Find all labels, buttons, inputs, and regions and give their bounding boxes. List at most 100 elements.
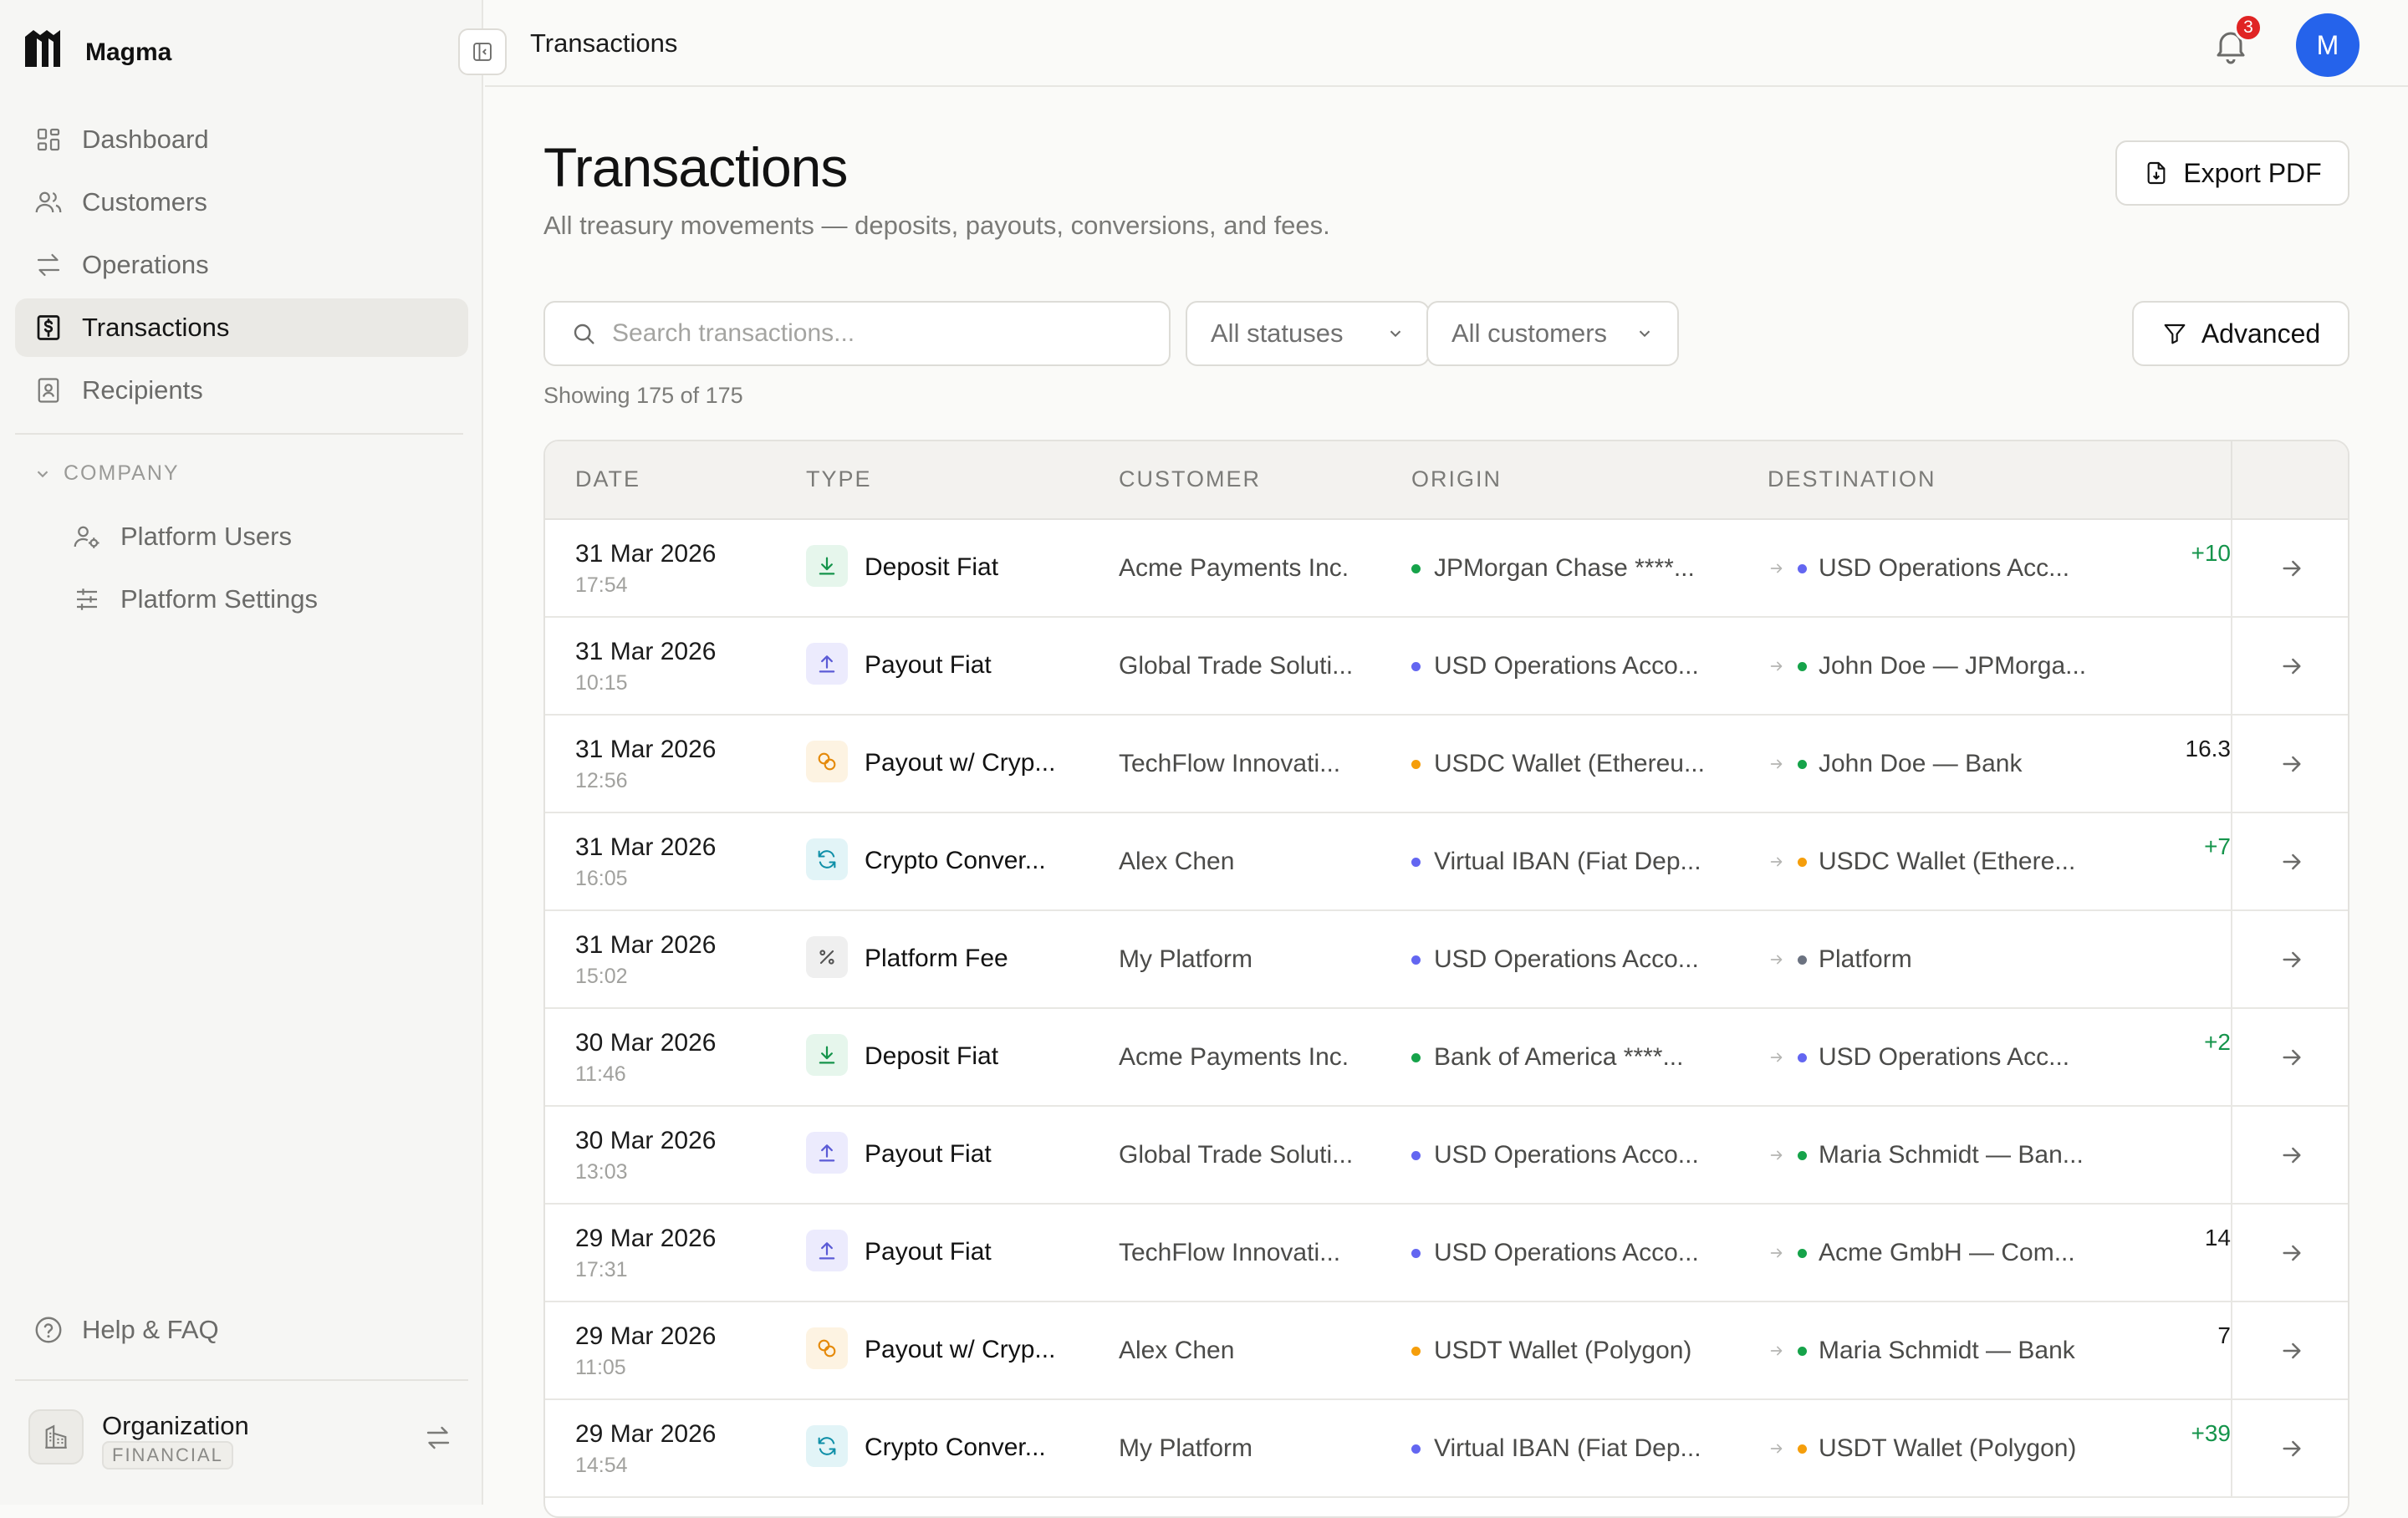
switch-arrows-icon[interactable] bbox=[423, 1423, 453, 1453]
table-row[interactable]: 31 Mar 2026 15:02 Platform Fee My Platform U… bbox=[545, 911, 2348, 1009]
organization-switcher[interactable]: Organization FINANCIAL bbox=[15, 1379, 468, 1495]
brand[interactable]: Magma bbox=[23, 27, 171, 69]
table-row[interactable]: 31 Mar 2026 12:56 Payout w/ Cryp... TechFlo… bbox=[545, 716, 2348, 813]
sidebar-item-dashboard[interactable]: Dashboard bbox=[15, 110, 468, 169]
row-open-button[interactable] bbox=[2231, 1302, 2348, 1398]
status-dot bbox=[1798, 1248, 1807, 1258]
coins-icon bbox=[806, 741, 848, 782]
row-time: 11:46 bbox=[575, 1062, 626, 1086]
arrow-right-icon bbox=[1768, 755, 1786, 773]
column-header-destination[interactable]: DESTINATION bbox=[1768, 466, 1936, 492]
row-destination: Platform bbox=[1768, 945, 1912, 974]
row-origin-label: Virtual IBAN (Fiat Dep... bbox=[1434, 1434, 1701, 1462]
row-time: 14:54 bbox=[575, 1454, 628, 1477]
row-time: 11:05 bbox=[575, 1356, 626, 1379]
status-dot bbox=[1411, 955, 1421, 965]
collapse-sidebar-button[interactable] bbox=[458, 28, 507, 75]
sidebar-item-label: Platform Users bbox=[120, 522, 292, 551]
row-amount-cell: 14 bbox=[2000, 1205, 2231, 1301]
row-origin: Bank of America ****... bbox=[1411, 1043, 1683, 1072]
row-open-button[interactable] bbox=[2231, 520, 2348, 616]
page-subtitle: All treasury movements — deposits, payou… bbox=[543, 211, 1330, 240]
sidebar-item-recipients[interactable]: Recipients bbox=[15, 361, 468, 420]
status-dot bbox=[1411, 759, 1421, 769]
row-type: Payout w/ Cryp... bbox=[865, 749, 1056, 777]
main-nav: Dashboard Customers Operations Transactions… bbox=[15, 110, 468, 424]
row-open-button[interactable] bbox=[2231, 1107, 2348, 1203]
status-dot bbox=[1411, 661, 1421, 671]
column-header-origin[interactable]: ORIGIN bbox=[1411, 466, 1502, 492]
export-pdf-label: Export PDF bbox=[2183, 157, 2322, 188]
customer-filter-select[interactable]: All customers bbox=[1426, 301, 1679, 366]
company-section-toggle[interactable]: COMPANY bbox=[33, 461, 180, 486]
row-origin-label: USD Operations Acco... bbox=[1434, 945, 1699, 973]
row-origin: USD Operations Acco... bbox=[1411, 1141, 1699, 1169]
help-faq-label: Help & FAQ bbox=[82, 1315, 219, 1344]
sidebar-item-customers[interactable]: Customers bbox=[15, 173, 468, 232]
arrow-right-icon bbox=[2283, 951, 2301, 967]
table-row[interactable]: 31 Mar 2026 17:54 Deposit Fiat Acme Payment… bbox=[545, 520, 2348, 618]
status-dot bbox=[1411, 1346, 1421, 1356]
row-customer: Global Trade Soluti... bbox=[1119, 1141, 1354, 1169]
table-row[interactable]: 29 Mar 2026 11:05 Payout w/ Cryp... Alex Ch… bbox=[545, 1302, 2348, 1400]
chevron-down-icon bbox=[1639, 330, 1650, 338]
row-origin-label: USD Operations Acco... bbox=[1434, 652, 1699, 680]
row-date: 31 Mar 2026 bbox=[575, 540, 717, 568]
arrow-right-icon bbox=[2283, 1440, 2301, 1456]
row-origin-label: JPMorgan Chase ****... bbox=[1434, 554, 1695, 582]
table-row[interactable]: 29 Mar 2026 17:31 Payout Fiat TechFlow Inno… bbox=[545, 1205, 2348, 1302]
row-open-button[interactable] bbox=[2231, 911, 2348, 1007]
column-header-customer[interactable]: CUSTOMER bbox=[1119, 466, 1261, 492]
table-row[interactable]: 30 Mar 2026 11:46 Deposit Fiat Acme Payment… bbox=[545, 1009, 2348, 1107]
status-dot bbox=[1411, 1248, 1421, 1258]
row-origin: USD Operations Acco... bbox=[1411, 1239, 1699, 1267]
company-nav: Platform Users Platform Settings bbox=[15, 507, 468, 633]
row-open-button[interactable] bbox=[2231, 813, 2348, 909]
help-faq-link[interactable]: Help & FAQ bbox=[15, 1301, 468, 1359]
users-icon bbox=[33, 187, 64, 217]
search-input[interactable] bbox=[612, 319, 1156, 348]
sidebar-item-transactions[interactable]: Transactions bbox=[15, 298, 468, 357]
search-box[interactable] bbox=[543, 301, 1171, 366]
table-row[interactable]: 31 Mar 2026 16:05 Crypto Conver... Alex Che… bbox=[545, 813, 2348, 911]
row-date: 29 Mar 2026 bbox=[575, 1420, 717, 1448]
topbar: Transactions 3 M bbox=[485, 0, 2408, 87]
sidebar-item-platform-users[interactable]: Platform Users bbox=[15, 507, 468, 566]
user-avatar[interactable]: M bbox=[2296, 13, 2360, 77]
export-pdf-button[interactable]: Export PDF bbox=[2115, 140, 2349, 206]
row-type: Payout Fiat bbox=[865, 1238, 992, 1266]
row-amount-cell: +7 bbox=[2000, 813, 2231, 909]
table-row[interactable]: 31 Mar 2026 10:15 Payout Fiat Global Trade … bbox=[545, 618, 2348, 716]
column-header-date[interactable]: DATE bbox=[575, 466, 640, 492]
arrow-right-icon bbox=[2283, 1147, 2301, 1163]
row-origin: Virtual IBAN (Fiat Dep... bbox=[1411, 1434, 1701, 1463]
row-open-button[interactable] bbox=[2231, 1205, 2348, 1301]
sidebar-collapse-icon bbox=[473, 43, 492, 61]
row-open-button[interactable] bbox=[2231, 1009, 2348, 1105]
row-destination: John Doe — Bank bbox=[1768, 750, 2022, 778]
arrow-right-icon bbox=[1768, 950, 1786, 969]
advanced-filter-label: Advanced bbox=[2201, 318, 2321, 349]
arrows-icon bbox=[33, 250, 64, 280]
row-open-button[interactable] bbox=[2231, 1400, 2348, 1496]
table-body: 31 Mar 2026 17:54 Deposit Fiat Acme Payment… bbox=[545, 520, 2348, 1498]
dashboard-icon bbox=[33, 125, 64, 155]
row-type: Deposit Fiat bbox=[865, 553, 999, 581]
column-header-type[interactable]: TYPE bbox=[806, 466, 872, 492]
coins-icon bbox=[806, 1327, 848, 1369]
table-row[interactable]: 30 Mar 2026 13:03 Payout Fiat Global Trade … bbox=[545, 1107, 2348, 1205]
sidebar-item-operations[interactable]: Operations bbox=[15, 236, 468, 294]
row-customer: Global Trade Soluti... bbox=[1119, 652, 1354, 680]
row-open-button[interactable] bbox=[2231, 716, 2348, 812]
table-row[interactable]: 29 Mar 2026 14:54 Crypto Conver... My Platf… bbox=[545, 1400, 2348, 1498]
advanced-filter-button[interactable]: Advanced bbox=[2132, 301, 2349, 366]
row-origin: USD Operations Acco... bbox=[1411, 652, 1699, 680]
sidebar-item-platform-settings[interactable]: Platform Settings bbox=[15, 570, 468, 629]
company-section-label: COMPANY bbox=[64, 461, 180, 485]
status-filter-select[interactable]: All statuses bbox=[1186, 301, 1430, 366]
status-dot bbox=[1798, 857, 1807, 867]
results-count: Showing 175 of 175 bbox=[543, 383, 743, 408]
sidebar-item-label: Dashboard bbox=[82, 125, 209, 154]
arrow-right-icon bbox=[2283, 853, 2301, 869]
row-open-button[interactable] bbox=[2231, 618, 2348, 714]
